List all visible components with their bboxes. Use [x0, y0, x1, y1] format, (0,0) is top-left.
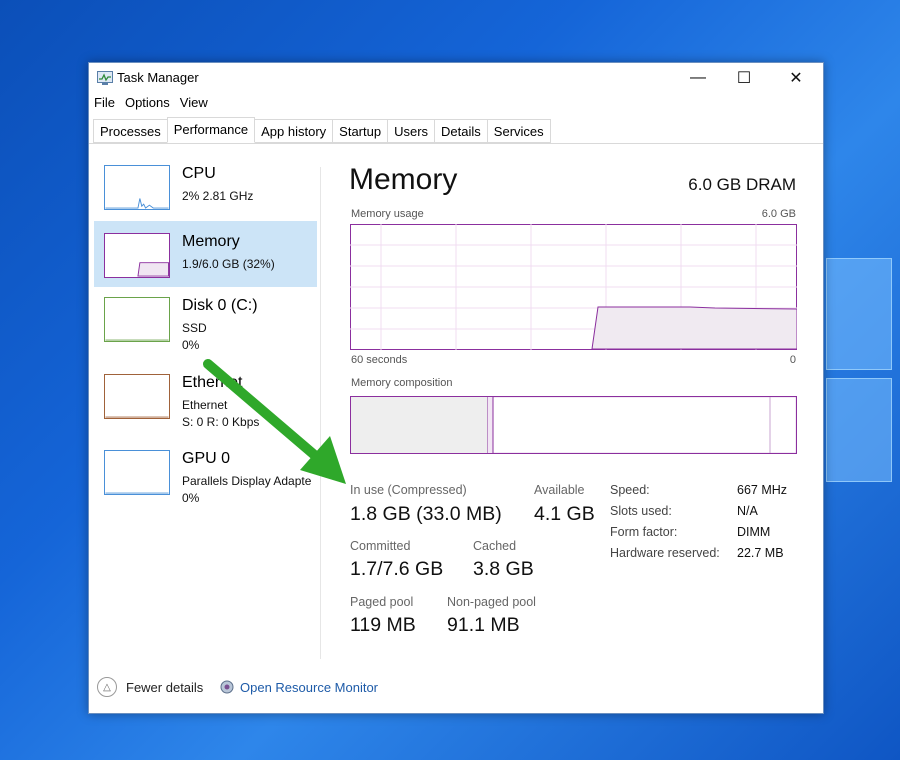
- tab-app-history[interactable]: App history: [254, 119, 334, 143]
- menu-bar: File Options View: [89, 95, 209, 115]
- memory-thumbnail-graph: [104, 233, 170, 278]
- sidebar-item-ethernet[interactable]: Ethernet Ethernet S: 0 R: 0 Kbps: [94, 368, 317, 434]
- task-manager-app-icon: [97, 71, 113, 85]
- sidebar-detail: 0%: [182, 491, 200, 505]
- sidebar-label: Ethernet: [182, 374, 243, 391]
- disk-thumbnail-graph: [104, 297, 170, 342]
- sidebar-detail: SSD: [182, 321, 207, 335]
- task-manager-window: Task Manager — ☐ ✕ File Options View Pro…: [88, 62, 824, 714]
- sidebar-item-memory[interactable]: Memory 1.9/6.0 GB (32%): [94, 221, 317, 287]
- open-resource-monitor-link[interactable]: Open Resource Monitor: [240, 680, 378, 695]
- sidebar-item-disk[interactable]: Disk 0 (C:) SSD 0%: [94, 291, 317, 357]
- tab-strip: Processes Performance App history Startu…: [93, 117, 551, 143]
- non-paged-pool-value: 91.1 MB: [447, 614, 520, 636]
- tab-services[interactable]: Services: [486, 119, 551, 143]
- sidebar-detail: 2% 2.81 GHz: [182, 189, 254, 203]
- memory-usage-graph: [350, 224, 797, 350]
- memory-composition-bar: [350, 396, 797, 454]
- footer-bar: △ Fewer details Open Resource Monitor: [89, 673, 823, 713]
- spec-value-form-factor: DIMM: [737, 525, 771, 539]
- usage-graph-label: Memory usage: [351, 208, 424, 220]
- usage-graph-max: 6.0 GB: [761, 208, 796, 220]
- committed-value: 1.7/7.6 GB: [350, 558, 444, 580]
- resource-monitor-icon: [220, 680, 234, 694]
- in-use-value: 1.8 GB (33.0 MB): [350, 503, 502, 525]
- sidebar-item-cpu[interactable]: CPU 2% 2.81 GHz: [94, 159, 317, 225]
- sidebar-detail: Parallels Display Adapte: [182, 474, 312, 488]
- memory-capacity: 6.0 GB DRAM: [688, 175, 796, 194]
- spec-value-speed: 667 MHz: [737, 483, 788, 497]
- cpu-thumbnail-graph: [104, 165, 170, 210]
- composition-label: Memory composition: [351, 377, 453, 389]
- gpu-thumbnail-graph: [104, 450, 170, 495]
- tab-startup[interactable]: Startup: [332, 119, 389, 143]
- spec-value-slots: N/A: [737, 504, 758, 518]
- sidebar-label: Memory: [182, 233, 240, 250]
- sidebar-item-gpu[interactable]: GPU 0 Parallels Display Adapte 0%: [94, 444, 317, 510]
- fewer-details-link[interactable]: Fewer details: [126, 680, 203, 695]
- minimize-button[interactable]: —: [675, 63, 721, 93]
- window-title: Task Manager: [117, 70, 199, 85]
- tab-details[interactable]: Details: [434, 119, 488, 143]
- sidebar-label: CPU: [182, 165, 216, 182]
- tab-processes[interactable]: Processes: [93, 119, 168, 143]
- chevron-up-icon[interactable]: △: [97, 677, 117, 697]
- sidebar-detail: 1.9/6.0 GB (32%): [182, 257, 275, 271]
- cached-label: Cached: [473, 539, 517, 553]
- menu-file[interactable]: File: [93, 95, 116, 115]
- in-use-label: In use (Compressed): [350, 483, 467, 497]
- page-title: Memory: [349, 163, 458, 196]
- tab-performance[interactable]: Performance: [166, 117, 256, 143]
- sidebar-detail: Ethernet: [182, 398, 228, 412]
- sidebar-label: Disk 0 (C:): [182, 297, 258, 314]
- spec-label-speed: Speed:: [610, 483, 650, 497]
- paged-pool-label: Paged pool: [350, 595, 414, 609]
- title-bar: Task Manager — ☐ ✕: [89, 63, 823, 93]
- close-button[interactable]: ✕: [773, 63, 819, 93]
- menu-view[interactable]: View: [179, 95, 209, 115]
- ethernet-thumbnail-graph: [104, 374, 170, 419]
- available-value: 4.1 GB: [534, 503, 595, 525]
- usage-time-right: 0: [789, 354, 796, 366]
- paged-pool-value: 119 MB: [350, 614, 416, 636]
- available-label: Available: [534, 483, 585, 497]
- sidebar-detail: S: 0 R: 0 Kbps: [182, 415, 260, 429]
- sidebar-label: GPU 0: [182, 450, 231, 467]
- spec-label-hardware-reserved: Hardware reserved:: [610, 546, 720, 560]
- non-paged-pool-label: Non-paged pool: [447, 595, 536, 609]
- sidebar-detail: 0%: [182, 338, 200, 352]
- usage-time-left: 60 seconds: [351, 354, 408, 366]
- cached-value: 3.8 GB: [473, 558, 534, 580]
- menu-options[interactable]: Options: [124, 95, 171, 115]
- spec-value-hardware-reserved: 22.7 MB: [737, 546, 784, 560]
- spec-label-form-factor: Form factor:: [610, 525, 678, 539]
- maximize-button[interactable]: ☐: [721, 63, 767, 93]
- tab-users[interactable]: Users: [387, 119, 436, 143]
- committed-label: Committed: [350, 539, 411, 553]
- spec-label-slots: Slots used:: [610, 504, 672, 518]
